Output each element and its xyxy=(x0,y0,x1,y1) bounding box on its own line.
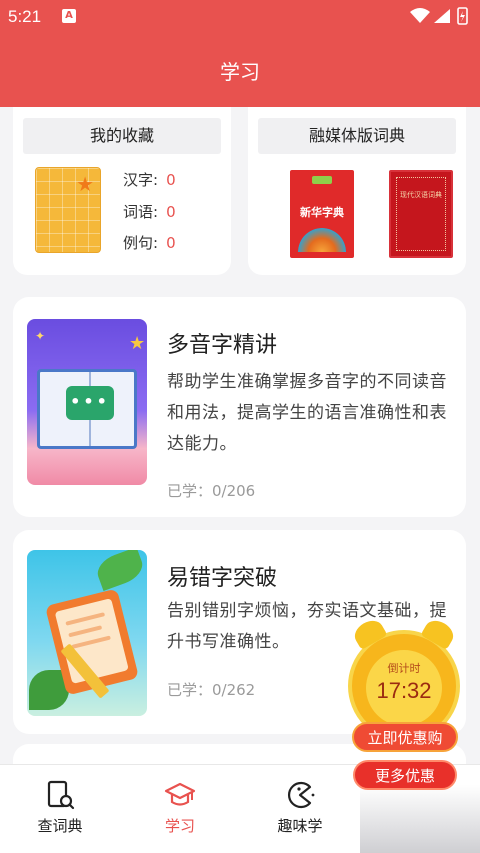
feature-title: 多音字精讲 xyxy=(167,333,278,358)
countdown-time: 17:32 xyxy=(376,678,432,703)
modern-chinese-dictionary-book[interactable]: 现代汉语词典 xyxy=(389,170,453,258)
app-header: 5:21 A 学习 xyxy=(0,0,480,107)
countdown-label: 倒计时 xyxy=(387,662,421,675)
feature-progress: 已学：0/262 xyxy=(167,681,256,699)
favorites-title: 我的收藏 xyxy=(23,118,221,154)
feature-card-polyphonic[interactable]: ★ ✦ ••• 多音字精讲 帮助学生准确掌握多音字的不同读音和用法，提高学生的语… xyxy=(13,297,466,517)
notification-icon: A xyxy=(62,9,76,23)
open-book-icon: ••• xyxy=(37,369,137,449)
feature-progress: 已学：0/206 xyxy=(167,482,256,500)
star-icon: ✦ xyxy=(35,329,46,343)
nav-item-dictionary[interactable]: 查词典 xyxy=(12,779,108,836)
star-icon: ★ xyxy=(129,333,146,354)
nav-label: 查词典 xyxy=(37,817,83,835)
favorites-row-hanzi[interactable]: 汉字: 0 xyxy=(123,169,176,190)
buy-now-button[interactable]: 立即优惠购 xyxy=(352,722,458,752)
nav-label: 学习 xyxy=(164,817,195,835)
typo-illustration xyxy=(27,550,147,716)
status-time: 5:21 xyxy=(8,7,42,26)
polyphonic-illustration: ★ ✦ ••• xyxy=(27,319,147,485)
feature-description: 帮助学生准确掌握多音字的不同读音和用法，提高学生的语言准确性和表达能力。 xyxy=(167,372,447,454)
feature-title: 易错字突破 xyxy=(167,566,278,591)
favorites-row-count: 0 xyxy=(166,171,176,189)
game-icon xyxy=(288,781,315,809)
nav-item-study[interactable]: 学习 xyxy=(132,779,228,836)
nav-item-hidden xyxy=(360,785,480,853)
book-title: 现代汉语词典 xyxy=(400,191,442,199)
dictionaries-card: 融媒体版词典 新华字典 现代汉语词典 xyxy=(248,107,466,275)
flower-decoration-icon xyxy=(298,228,346,252)
favorites-row-label: 汉字: xyxy=(123,171,159,189)
signal-icon xyxy=(434,9,450,23)
status-icons xyxy=(410,7,468,25)
dictionary-search-icon xyxy=(47,780,75,810)
favorites-book-icon: ★ xyxy=(35,167,101,253)
favorites-row-label: 词语: xyxy=(123,203,159,221)
more-offers-button[interactable]: 更多优惠 xyxy=(353,760,457,790)
leaf-icon xyxy=(93,550,147,591)
favorites-card[interactable]: 我的收藏 ★ 汉字: 0 词语: 0 例句: 0 xyxy=(13,107,231,275)
page-title: 学习 xyxy=(220,60,260,84)
graduation-cap-icon xyxy=(164,782,196,806)
chat-bubble-icon: ••• xyxy=(66,386,114,420)
nav-label: 趣味学 xyxy=(277,817,323,835)
xinhua-dictionary-book[interactable]: 新华字典 xyxy=(290,170,354,258)
star-icon: ★ xyxy=(76,172,94,196)
book-title: 新华字典 xyxy=(300,206,344,219)
favorites-row-count: 0 xyxy=(166,234,176,252)
favorites-row-label: 例句: xyxy=(123,234,159,252)
favorites-row-liju[interactable]: 例句: 0 xyxy=(123,232,176,253)
status-bar: 5:21 A xyxy=(0,0,480,32)
favorites-row-ciyu[interactable]: 词语: 0 xyxy=(123,201,176,222)
nav-item-fun[interactable]: 趣味学 xyxy=(252,779,348,836)
dictionaries-title: 融媒体版词典 xyxy=(258,118,456,154)
favorites-row-count: 0 xyxy=(166,203,176,221)
wifi-icon xyxy=(410,8,430,23)
